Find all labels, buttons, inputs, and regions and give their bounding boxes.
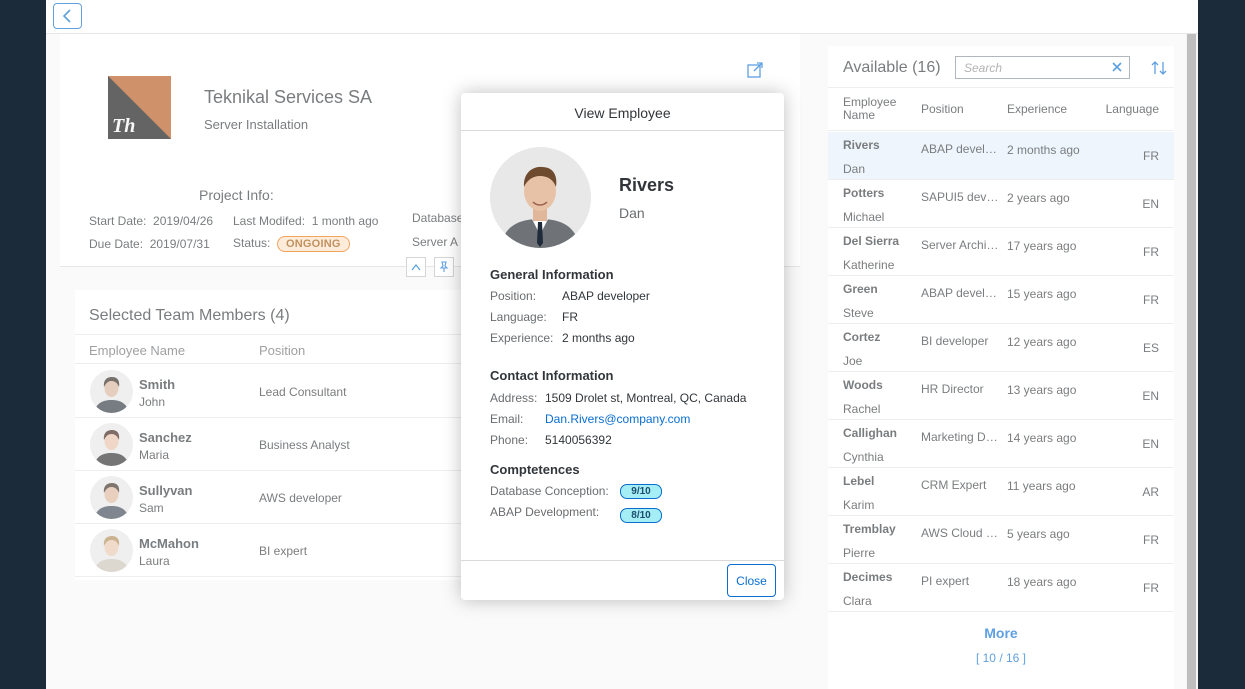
position-label: Position: xyxy=(490,289,537,303)
employee-avatar xyxy=(490,147,591,248)
address-value: 1509 Drolet st, Montreal, QC, Canada xyxy=(545,391,747,405)
language-value: FR xyxy=(562,310,578,324)
address-label: Address: xyxy=(490,391,538,405)
competence-score-badge: 8/10 xyxy=(620,508,662,523)
position-value: ABAP developer xyxy=(562,289,650,303)
employee-last-name: Rivers xyxy=(619,175,675,195)
competence-name: ABAP Development: xyxy=(490,505,600,519)
experience-value: 2 months ago xyxy=(562,331,635,345)
competences-title: Comptetences xyxy=(490,462,580,477)
general-info-title: General Information xyxy=(490,267,614,282)
experience-label: Experience: xyxy=(490,331,554,345)
dialog-footer: Close xyxy=(461,560,784,600)
close-button[interactable]: Close xyxy=(727,564,776,597)
phone-label: Phone: xyxy=(490,433,529,447)
competence-name: Database Conception: xyxy=(490,484,609,498)
phone-value: 5140056392 xyxy=(545,433,612,447)
language-label: Language: xyxy=(490,310,547,324)
competence-score-badge: 9/10 xyxy=(620,484,662,499)
dialog-title: View Employee xyxy=(461,93,784,131)
view-employee-dialog: View Employee Rivers Dan General Informa… xyxy=(461,93,784,600)
contact-info-title: Contact Information xyxy=(490,368,614,383)
employee-first-name: Dan xyxy=(619,205,645,221)
email-label: Email: xyxy=(490,412,524,426)
email-link[interactable]: Dan.Rivers@company.com xyxy=(545,412,690,426)
